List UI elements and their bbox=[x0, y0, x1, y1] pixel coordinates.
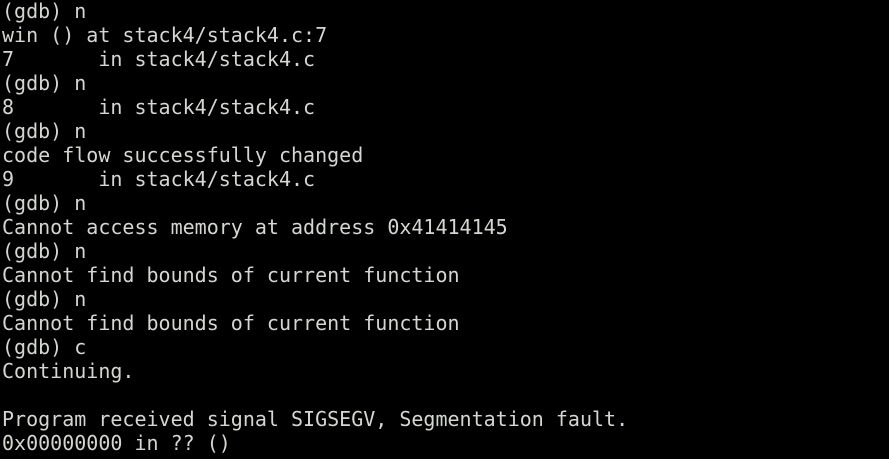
terminal-line: 7 in stack4/stack4.c bbox=[2, 47, 316, 71]
terminal-line: (gdb) n bbox=[2, 287, 87, 311]
terminal-line: (gdb) n bbox=[2, 0, 87, 23]
terminal-line: Cannot find bounds of current function bbox=[2, 263, 460, 287]
terminal-line: Cannot access memory at address 0x414141… bbox=[2, 215, 508, 239]
terminal-output: (gdb) n win () at stack4/stack4.c:7 7 in… bbox=[2, 0, 628, 459]
terminal-line: 8 in stack4/stack4.c bbox=[2, 95, 316, 119]
terminal-line: 0x00000000 in ?? () bbox=[2, 431, 231, 455]
terminal-line: (gdb) n bbox=[2, 239, 87, 263]
terminal-prompt-line[interactable] bbox=[2, 455, 628, 459]
terminal-line: (gdb) n bbox=[2, 71, 87, 95]
terminal-line: 9 in stack4/stack4.c bbox=[2, 167, 316, 191]
terminal-line: (gdb) c bbox=[2, 335, 87, 359]
terminal-line: Program received signal SIGSEGV, Segment… bbox=[2, 407, 629, 431]
terminal-line: Cannot find bounds of current function bbox=[2, 311, 460, 335]
terminal-line: win () at stack4/stack4.c:7 bbox=[2, 23, 328, 47]
terminal-window[interactable]: (gdb) n win () at stack4/stack4.c:7 7 in… bbox=[0, 0, 889, 459]
terminal-line: (gdb) n bbox=[2, 191, 87, 215]
terminal-line: Continuing. bbox=[2, 359, 135, 383]
terminal-line: code flow successfully changed bbox=[2, 143, 364, 167]
terminal-line: (gdb) n bbox=[2, 119, 87, 143]
